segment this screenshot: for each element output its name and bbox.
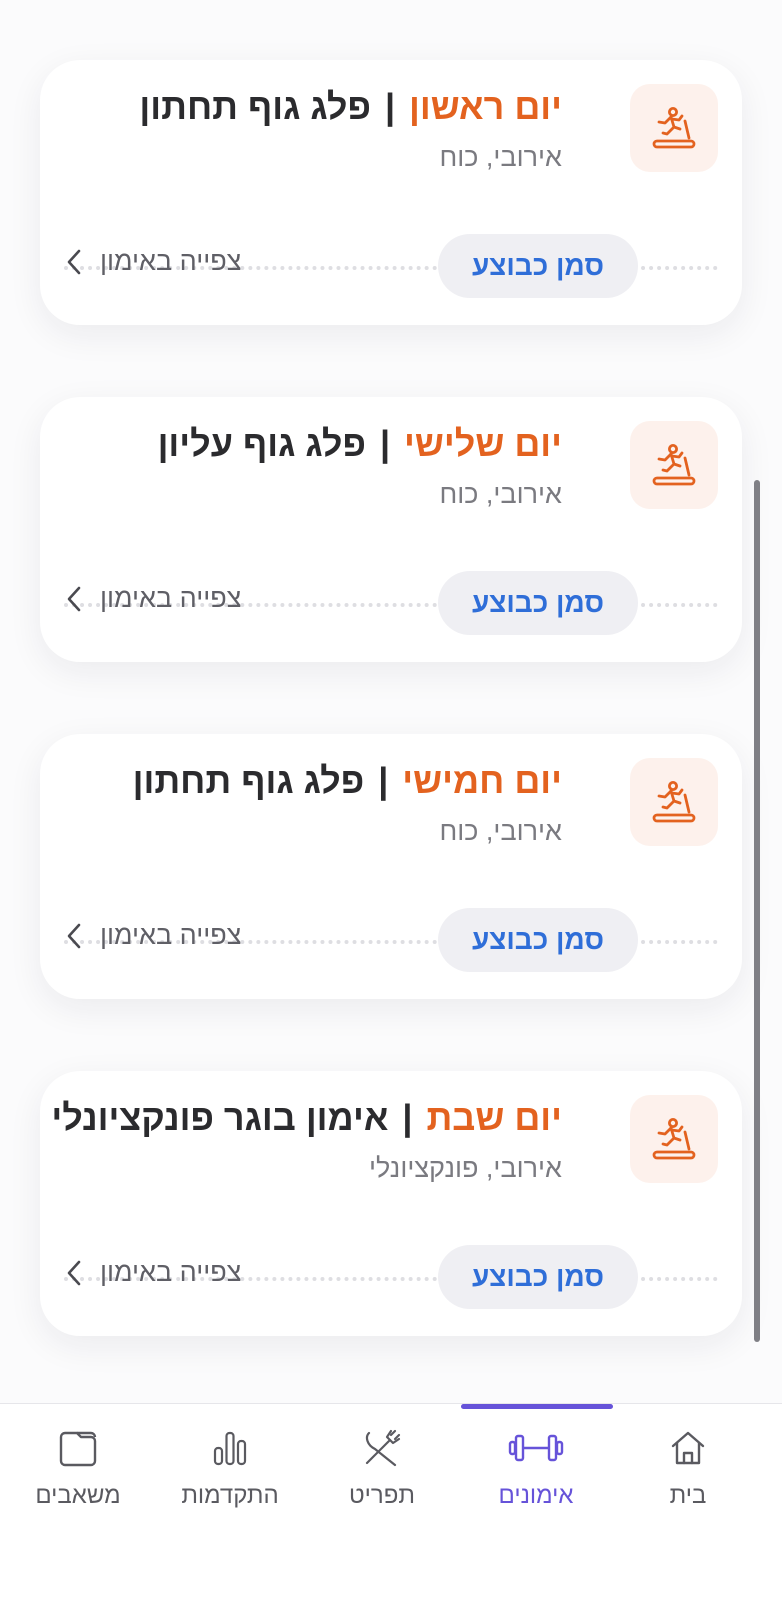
workout-title: פלג גוף עליון	[157, 423, 366, 464]
workout-card: יום חמישי | פלג גוף תחתון אירובי, כוח סמן …	[40, 734, 742, 999]
workout-card: יום ראשון | פלג גוף תחתון אירובי, כוח סמן …	[40, 60, 742, 325]
view-workout-label: צפייה באימון	[100, 1257, 242, 1287]
treadmill-runner-icon	[630, 1095, 718, 1183]
workout-title-row: יום שלישי | פלג גוף עליון	[158, 421, 562, 467]
tab-home[interactable]: בית	[610, 1404, 766, 1534]
workout-card-header[interactable]: יום שלישי | פלג גוף עליון אירובי, כוח	[40, 397, 742, 602]
tab-label: תפריט	[349, 1482, 415, 1509]
tab-progress[interactable]: התקדמות	[152, 1404, 308, 1534]
bar-chart-icon	[210, 1424, 250, 1472]
view-workout-label: צפייה באימון	[100, 583, 242, 613]
home-icon	[668, 1424, 708, 1472]
workout-tags: אירובי, כוח	[439, 479, 562, 509]
dumbbell-icon	[507, 1424, 565, 1472]
title-separator: |	[384, 86, 396, 127]
view-workout-link[interactable]: צפייה באימון	[66, 583, 241, 614]
mark-done-button[interactable]: סמן כבוצע	[438, 1245, 638, 1309]
workout-tags: אירובי, פונקציונלי	[369, 1153, 562, 1183]
workout-card: יום שבת | אימון בוגר פונקציונלי אירובי, פו…	[40, 1071, 742, 1336]
tab-menu[interactable]: תפריט	[304, 1404, 460, 1534]
chevron-left-icon	[67, 586, 81, 611]
view-workout-link[interactable]: צפייה באימון	[66, 1257, 241, 1288]
mark-done-button[interactable]: סמן כבוצע	[438, 571, 638, 635]
tab-label: בית	[669, 1482, 707, 1509]
app-screen: יום ראשון | פלג גוף תחתון אירובי, כוח סמן …	[0, 0, 782, 1600]
mark-done-button[interactable]: סמן כבוצע	[438, 234, 638, 298]
tab-resources[interactable]: משאבים	[0, 1404, 156, 1534]
title-separator: |	[378, 760, 389, 801]
mark-done-button[interactable]: סמן כבוצע	[438, 908, 638, 972]
view-workout-label: צפייה באימון	[100, 246, 242, 276]
workout-title-row: יום שבת | אימון בוגר פונקציונלי	[51, 1095, 562, 1141]
title-separator: |	[379, 423, 391, 464]
workout-title-row: יום ראשון | פלג גוף תחתון	[139, 84, 562, 130]
workout-title: פלג גוף תחתון	[139, 86, 371, 127]
chevron-left-icon	[67, 923, 81, 948]
tab-label: אימונים	[498, 1482, 574, 1509]
workout-card-header[interactable]: יום שבת | אימון בוגר פונקציונלי אירובי, פו…	[40, 1071, 742, 1276]
title-separator: |	[402, 1097, 413, 1138]
chevron-left-icon	[67, 1260, 81, 1285]
treadmill-runner-icon	[630, 84, 718, 172]
chevron-left-icon	[67, 249, 81, 274]
view-workout-link[interactable]: צפייה באימון	[66, 920, 241, 951]
workout-day: יום שבת	[426, 1097, 562, 1138]
bottom-tab-bar: בית אימונים תפריט התקדמות משאבים	[0, 1403, 782, 1600]
workout-day: יום ראשון	[409, 86, 562, 127]
view-workout-link[interactable]: צפייה באימון	[66, 246, 241, 277]
view-workout-label: צפייה באימון	[100, 920, 242, 950]
workout-card: יום שלישי | פלג גוף עליון אירובי, כוח סמן …	[40, 397, 742, 662]
workout-card-header[interactable]: יום חמישי | פלג גוף תחתון אירובי, כוח	[40, 734, 742, 939]
workout-title: אימון בוגר פונקציונלי	[51, 1097, 389, 1138]
workout-list: יום ראשון | פלג גוף תחתון אירובי, כוח סמן …	[0, 0, 782, 1432]
workout-day: יום שלישי	[404, 423, 562, 464]
tab-label: התקדמות	[181, 1482, 279, 1509]
tab-label: משאבים	[35, 1482, 121, 1509]
treadmill-runner-icon	[630, 758, 718, 846]
workout-title-row: יום חמישי | פלג גוף תחתון	[133, 758, 562, 804]
scrollbar[interactable]	[754, 480, 760, 1342]
workout-tags: אירובי, כוח	[439, 816, 562, 846]
workout-title: פלג גוף תחתון	[132, 760, 365, 801]
workout-day: יום חמישי	[402, 760, 562, 801]
workout-tags: אירובי, כוח	[439, 142, 562, 172]
tab-workouts[interactable]: אימונים	[458, 1404, 614, 1534]
workout-card-header[interactable]: יום ראשון | פלג גוף תחתון אירובי, כוח	[40, 60, 742, 265]
fork-knife-icon	[361, 1424, 403, 1472]
folder-icon	[57, 1424, 99, 1472]
treadmill-runner-icon	[630, 421, 718, 509]
